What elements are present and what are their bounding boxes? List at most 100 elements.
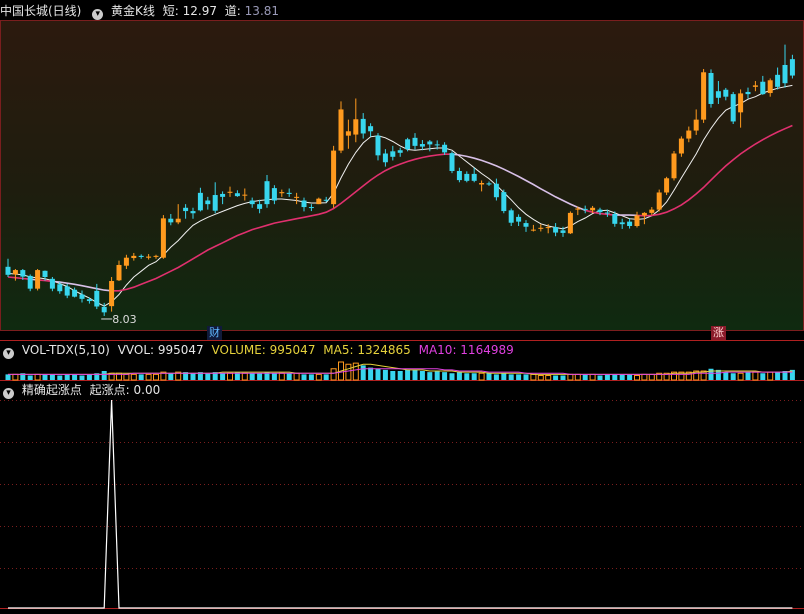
candle-body xyxy=(301,200,307,208)
candle-body xyxy=(5,266,11,275)
candle-body xyxy=(464,173,470,181)
volume-bar xyxy=(315,373,322,381)
volume-bar xyxy=(241,372,248,381)
candle-body xyxy=(397,150,403,153)
volume-bar xyxy=(5,374,11,380)
volume-bar xyxy=(604,374,610,380)
road-value: 13.81 xyxy=(244,4,280,18)
volume-bar xyxy=(530,373,537,381)
volume-bar xyxy=(308,374,314,380)
candle-body xyxy=(205,200,211,205)
candle-body xyxy=(405,139,411,150)
volume-bar xyxy=(375,368,381,380)
volume-bar xyxy=(64,374,70,380)
rise-marker[interactable]: 涨 xyxy=(711,326,726,340)
candle-body xyxy=(190,211,196,214)
candle-body xyxy=(723,89,729,97)
candle-body xyxy=(567,212,573,234)
volume-bar xyxy=(278,372,285,381)
volume-bar xyxy=(471,373,477,380)
candle-body xyxy=(249,200,255,205)
volume-bar xyxy=(57,375,63,380)
candle-body xyxy=(353,119,359,135)
volume-bar xyxy=(508,374,514,380)
candle-body xyxy=(686,130,692,139)
volume-bar xyxy=(153,373,159,381)
volume-bar xyxy=(123,373,130,381)
volume-bar xyxy=(427,372,433,380)
volume-bar xyxy=(478,372,485,381)
volume-bar xyxy=(72,374,78,380)
candle-body xyxy=(619,222,625,225)
volume-bar xyxy=(145,373,152,381)
volume-bar xyxy=(138,374,144,380)
volume-bar xyxy=(737,372,744,381)
candle-body xyxy=(671,153,677,179)
volume-indicator-name[interactable]: VOL-TDX(5,10) xyxy=(22,343,110,357)
candle-body xyxy=(634,215,640,226)
candle-body xyxy=(382,153,388,163)
candle-body xyxy=(760,81,766,95)
finance-marker[interactable]: 财 xyxy=(207,326,222,340)
candle-body xyxy=(545,227,551,229)
volume-bar xyxy=(330,368,337,381)
chevron-down-icon[interactable]: ▾ xyxy=(92,9,104,20)
candle-body xyxy=(175,218,181,223)
candle-body xyxy=(20,270,26,277)
candle-body xyxy=(168,218,174,223)
volume-bar xyxy=(537,375,544,381)
indicator-name[interactable]: 黄金K线 xyxy=(111,4,155,18)
candle-body xyxy=(109,281,115,307)
volume-bar xyxy=(597,375,603,380)
candle-body xyxy=(294,196,300,198)
volume-bar xyxy=(360,365,366,380)
volume-bar xyxy=(752,371,759,381)
volume-bar xyxy=(101,371,107,380)
candle-body xyxy=(775,74,781,87)
candle-body xyxy=(708,73,714,104)
chevron-down-icon[interactable]: ▾ xyxy=(3,348,14,359)
volume-bars xyxy=(5,361,795,381)
candle-body xyxy=(131,255,137,259)
candle-body xyxy=(138,255,144,257)
candle-body xyxy=(64,286,70,296)
indicator-gridlines xyxy=(0,400,804,569)
candle-body xyxy=(538,227,544,229)
chevron-down-icon[interactable]: ▾ xyxy=(3,388,14,399)
volume-bar xyxy=(49,374,55,380)
candle-body xyxy=(308,207,314,209)
volume-bar xyxy=(464,373,470,380)
rise-point-line xyxy=(8,399,793,609)
candle-body xyxy=(434,144,440,146)
candle-body xyxy=(57,284,63,292)
candle-body xyxy=(234,193,240,197)
volume-bar xyxy=(301,374,307,380)
short-label: 短: xyxy=(162,4,179,18)
candle-body xyxy=(86,299,92,302)
candle-body xyxy=(153,255,159,257)
volume-bar xyxy=(493,374,499,380)
volume-bar xyxy=(86,374,92,380)
volume-bar xyxy=(501,373,507,380)
volume-bar xyxy=(27,375,33,380)
volume-bar xyxy=(523,374,529,380)
candle-body xyxy=(101,306,107,313)
volume-bar xyxy=(434,371,440,380)
candle-body xyxy=(493,183,499,198)
volume-bar xyxy=(412,369,418,380)
candle-body xyxy=(368,126,374,132)
chart-canvas: 8.03 xyxy=(0,20,804,609)
volume-bar xyxy=(486,373,492,380)
indicator-panel-name[interactable]: 精确起涨点 xyxy=(22,383,82,397)
candle-body xyxy=(471,173,477,181)
candle-body xyxy=(582,208,588,210)
ma5-value: MA5: 1324865 xyxy=(323,343,411,357)
candle-body xyxy=(345,131,351,136)
candle-body xyxy=(575,208,581,210)
volume-bar xyxy=(641,373,648,381)
volume-bar xyxy=(293,372,300,381)
candle-body xyxy=(501,192,507,212)
volume-bar xyxy=(574,373,581,381)
volume-bar xyxy=(390,371,396,380)
volume-bar xyxy=(220,373,226,380)
